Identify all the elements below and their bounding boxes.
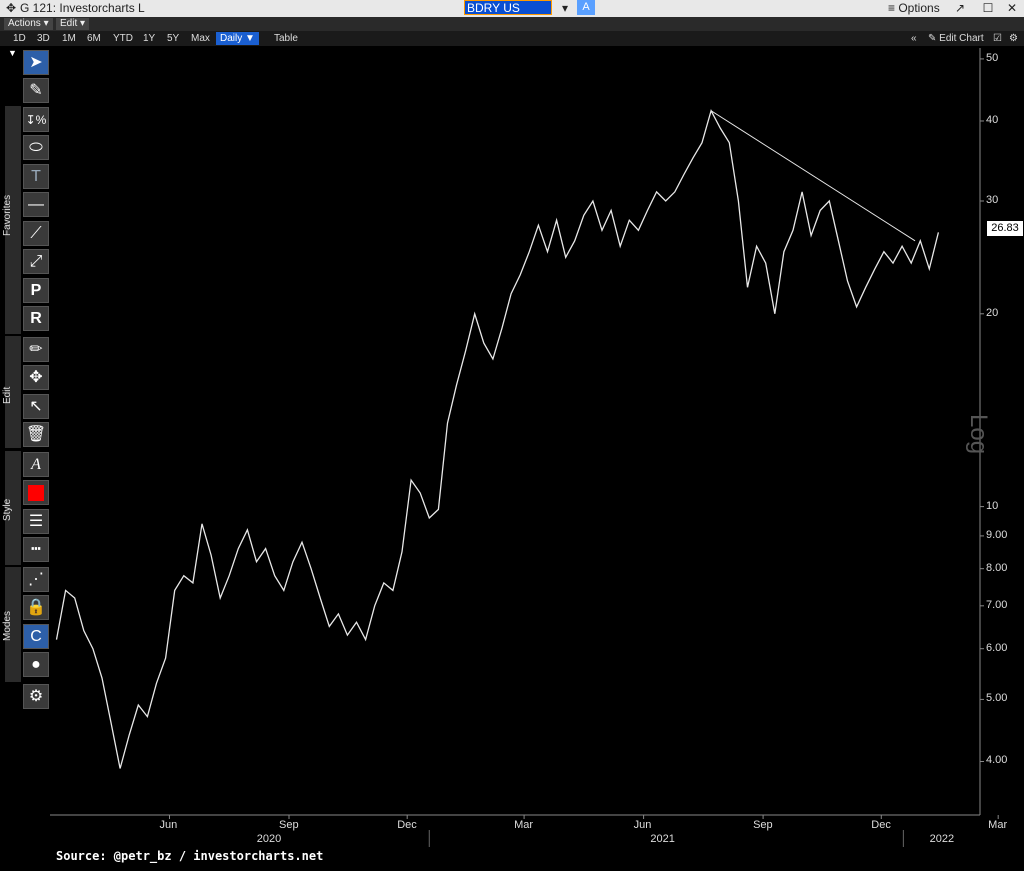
x-month-label: Jun xyxy=(159,819,178,831)
x-month-label: Sep xyxy=(278,819,299,831)
source-caption: Source: @petr_bz / investorcharts.net xyxy=(56,849,324,863)
y-tick-label: 4.00 xyxy=(986,754,1008,767)
y-tick-label: 5.00 xyxy=(986,692,1008,705)
y-tick-label: 8.00 xyxy=(986,561,1008,574)
x-year-label: 2020 xyxy=(256,833,282,845)
price-chart[interactable] xyxy=(0,0,1024,871)
trendline[interactable] xyxy=(710,110,916,242)
y-tick-label: 10 xyxy=(986,499,999,512)
x-year-label: 2021 xyxy=(650,833,675,845)
y-tick-label: 20 xyxy=(986,306,999,319)
y-tick-label: 30 xyxy=(986,194,999,206)
y-tick-label: 9.00 xyxy=(986,528,1008,541)
x-month-label: Mar xyxy=(514,819,534,831)
y-tick-label: 7.00 xyxy=(986,598,1008,611)
x-month-label: Mar xyxy=(988,819,1008,831)
x-month-label: Jun xyxy=(633,819,652,831)
log-scale-label: Log xyxy=(965,414,992,455)
y-tick-label: 50 xyxy=(986,51,999,64)
price-series-line xyxy=(55,108,940,769)
x-month-label: Dec xyxy=(397,819,417,831)
y-tick-label: 6.00 xyxy=(986,641,1008,654)
x-month-label: Sep xyxy=(753,819,773,831)
x-year-label: 2022 xyxy=(929,833,955,845)
last-value-label: 26.83 xyxy=(987,221,1023,236)
x-month-label: Dec xyxy=(871,819,891,831)
y-tick-label: 40 xyxy=(986,113,999,126)
